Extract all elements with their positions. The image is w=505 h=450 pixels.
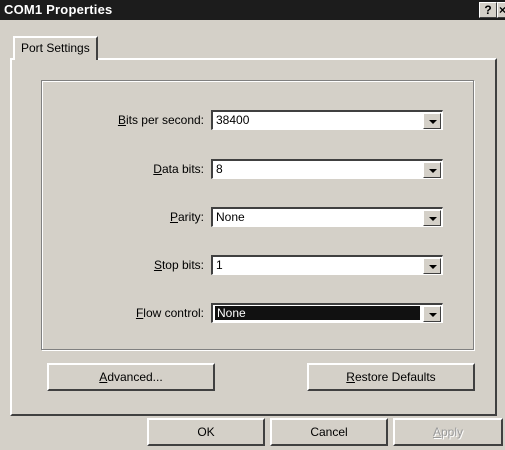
data-bits-dropdown-button[interactable]: [423, 162, 441, 178]
flow-control-label: Flow control:: [135, 306, 204, 320]
flow-control-value: None: [215, 306, 420, 320]
help-button[interactable]: ?: [479, 2, 497, 18]
com1-properties-dialog: COM1 Properties ? × Port Settings Bits p…: [0, 0, 505, 450]
chevron-down-icon: [429, 265, 437, 269]
bits-per-second-value: 38400: [216, 113, 250, 127]
chevron-down-icon: [429, 120, 437, 124]
stop-bits-label: Stop bits:: [153, 258, 204, 272]
data-bits-label: Data bits:: [153, 162, 204, 176]
flow-control-select[interactable]: None: [211, 303, 443, 323]
data-bits-value: 8: [216, 162, 223, 176]
flow-control-dropdown-button[interactable]: [423, 306, 441, 322]
apply-button: Apply: [393, 418, 503, 446]
tab-port-settings[interactable]: Port Settings: [13, 36, 98, 60]
bits-per-second-label: Bits per second:: [117, 113, 204, 127]
window-title: COM1 Properties: [4, 2, 113, 17]
stop-bits-select[interactable]: 1: [211, 255, 443, 275]
title-bar: COM1 Properties ? ×: [0, 0, 505, 20]
chevron-down-icon: [429, 313, 437, 317]
data-bits-select[interactable]: 8: [211, 159, 443, 179]
bits-per-second-select[interactable]: 38400: [211, 110, 443, 130]
chevron-down-icon: [429, 169, 437, 173]
parity-dropdown-button[interactable]: [423, 210, 441, 226]
parity-label: Parity:: [169, 210, 204, 224]
cancel-button[interactable]: Cancel: [270, 418, 388, 446]
stop-bits-value: 1: [216, 258, 223, 272]
help-icon: ?: [484, 3, 492, 17]
close-button[interactable]: ×: [497, 2, 505, 18]
chevron-down-icon: [429, 217, 437, 221]
ok-button[interactable]: OK: [147, 418, 265, 446]
close-icon: ×: [499, 3, 505, 17]
advanced-button[interactable]: Advanced...: [47, 363, 215, 391]
tab-label: Port Settings: [21, 41, 90, 55]
stop-bits-dropdown-button[interactable]: [423, 258, 441, 274]
restore-defaults-button[interactable]: Restore Defaults: [307, 363, 475, 391]
parity-select[interactable]: None: [211, 207, 443, 227]
bits-per-second-dropdown-button[interactable]: [423, 113, 441, 129]
parity-value: None: [216, 210, 245, 224]
